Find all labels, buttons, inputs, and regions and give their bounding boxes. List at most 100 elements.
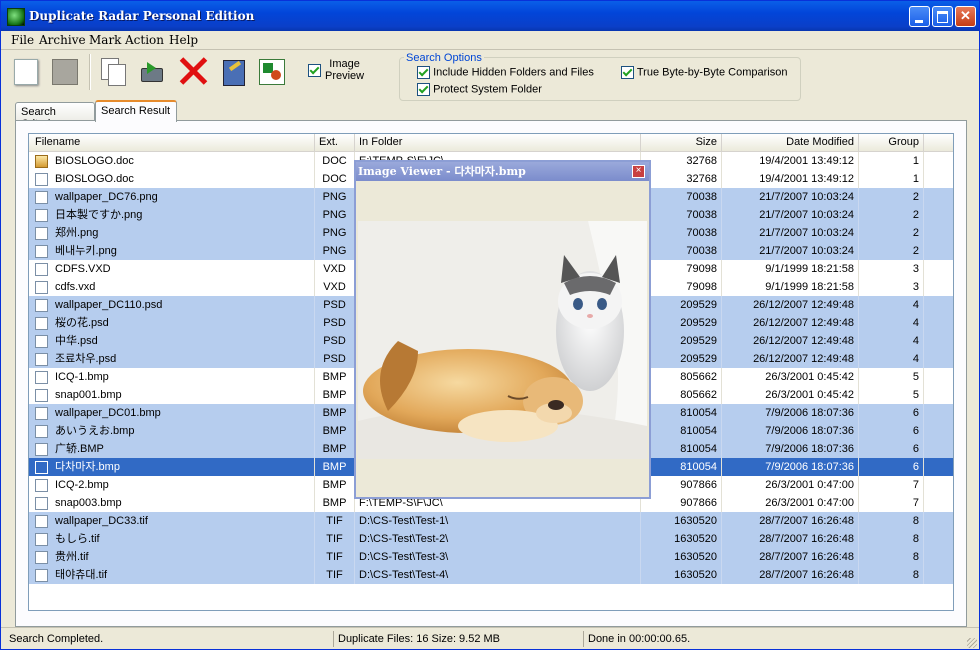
cell-folder: D:\CS-Test\Test-1\ bbox=[355, 512, 641, 530]
tab-search-criteria[interactable]: Search Criteria bbox=[15, 102, 95, 130]
cell-date: 21/7/2007 10:03:24 bbox=[722, 206, 859, 224]
cell-size: 70038 bbox=[641, 188, 722, 206]
cell-group: 4 bbox=[859, 296, 924, 314]
cell-group: 2 bbox=[859, 224, 924, 242]
byte-compare-label: True Byte-by-Byte Comparison bbox=[636, 66, 788, 79]
cell-name: 태야츄대.tif bbox=[29, 566, 315, 584]
cell-ext: PNG bbox=[315, 188, 355, 206]
cell-date: 7/9/2006 18:07:36 bbox=[722, 422, 859, 440]
cell-group: 2 bbox=[859, 188, 924, 206]
image-preview-label-line2: Preview bbox=[325, 70, 365, 82]
cell-size: 1630520 bbox=[641, 530, 722, 548]
cell-group: 7 bbox=[859, 494, 924, 512]
cell-group: 5 bbox=[859, 386, 924, 404]
copy-button[interactable] bbox=[97, 56, 127, 86]
cell-date: 9/1/1999 18:21:58 bbox=[722, 278, 859, 296]
image-viewer-window[interactable]: Image Viewer - 다차마자.bmp × bbox=[354, 160, 651, 499]
cell-date: 21/7/2007 10:03:24 bbox=[722, 242, 859, 260]
window-title: Duplicate Radar Personal Edition bbox=[29, 9, 255, 23]
resize-grip-icon[interactable] bbox=[967, 638, 977, 648]
protect-system-option[interactable]: Protect System Folder bbox=[417, 83, 542, 96]
cell-ext: DOC bbox=[315, 170, 355, 188]
cell-name: wallpaper_DC01.bmp bbox=[29, 404, 315, 422]
cell-group: 8 bbox=[859, 512, 924, 530]
cell-size: 805662 bbox=[641, 386, 722, 404]
cell-folder: D:\CS-Test\Test-4\ bbox=[355, 566, 641, 584]
protect-system-checkbox[interactable] bbox=[417, 83, 430, 96]
close-button[interactable]: ✕ bbox=[955, 6, 976, 27]
include-hidden-option[interactable]: Include Hidden Folders and Files bbox=[417, 66, 594, 79]
cell-ext: DOC bbox=[315, 152, 355, 170]
cell-ext: PSD bbox=[315, 314, 355, 332]
cell-ext: PSD bbox=[315, 332, 355, 350]
cell-date: 21/7/2007 10:03:24 bbox=[722, 188, 859, 206]
cell-date: 19/4/2001 13:49:12 bbox=[722, 170, 859, 188]
cell-ext: PSD bbox=[315, 296, 355, 314]
tab-search-result[interactable]: Search Result bbox=[95, 100, 177, 122]
stop-button[interactable] bbox=[49, 56, 79, 86]
cell-name: 日本製ですか.png bbox=[29, 206, 315, 224]
cell-date: 21/7/2007 10:03:24 bbox=[722, 224, 859, 242]
col-group[interactable]: Group bbox=[859, 134, 924, 151]
include-hidden-checkbox[interactable] bbox=[417, 66, 430, 79]
cell-date: 26/12/2007 12:49:48 bbox=[722, 296, 859, 314]
byte-compare-option[interactable]: True Byte-by-Byte Comparison bbox=[621, 66, 787, 79]
col-folder[interactable]: In Folder bbox=[355, 134, 641, 151]
cell-group: 8 bbox=[859, 566, 924, 584]
cell-folder: D:\CS-Test\Test-2\ bbox=[355, 530, 641, 548]
cell-size: 32768 bbox=[641, 170, 722, 188]
cell-ext: BMP bbox=[315, 368, 355, 386]
minimize-button[interactable] bbox=[909, 6, 930, 27]
status-elapsed: Done in 00:00:00.65. bbox=[583, 631, 690, 647]
cell-group: 3 bbox=[859, 278, 924, 296]
app-window: Duplicate Radar Personal Edition ✕ File … bbox=[0, 0, 980, 650]
delete-button[interactable] bbox=[177, 56, 208, 86]
maximize-icon bbox=[937, 11, 948, 23]
cell-ext: PNG bbox=[315, 206, 355, 224]
cell-ext: TIF bbox=[315, 566, 355, 584]
col-date[interactable]: Date Modified bbox=[722, 134, 859, 151]
menu-mark[interactable]: Mark bbox=[89, 33, 121, 47]
status-duplicates: Duplicate Files: 16 Size: 9.52 MB bbox=[333, 631, 500, 647]
menu-help[interactable]: Help bbox=[169, 33, 198, 47]
app-radar-icon[interactable] bbox=[7, 8, 25, 26]
cell-size: 209529 bbox=[641, 332, 722, 350]
cell-group: 6 bbox=[859, 440, 924, 458]
col-ext[interactable]: Ext. bbox=[315, 134, 355, 151]
cell-name: もしら.tif bbox=[29, 530, 315, 548]
close-icon: × bbox=[635, 165, 642, 176]
menu-archive[interactable]: Archive bbox=[39, 33, 86, 47]
table-row[interactable]: もしら.tif TIF D:\CS-Test\Test-2\ 1630520 28/7/… bbox=[29, 530, 953, 548]
minimize-icon bbox=[915, 20, 923, 23]
table-row[interactable]: 태야츄대.tif TIF D:\CS-Test\Test-4\ 1630520 28/7… bbox=[29, 566, 953, 584]
maximize-button[interactable] bbox=[932, 6, 953, 27]
move-button[interactable] bbox=[137, 56, 167, 86]
status-message: Search Completed. bbox=[9, 633, 104, 645]
cell-ext: PSD bbox=[315, 350, 355, 368]
table-row[interactable]: wallpaper_DC33.tif TIF D:\CS-Test\Test-1\ 1… bbox=[29, 512, 953, 530]
col-size[interactable]: Size bbox=[641, 134, 722, 151]
cell-name: 广轿.BMP bbox=[29, 440, 315, 458]
title-bar[interactable]: Duplicate Radar Personal Edition ✕ bbox=[1, 1, 979, 31]
table-row[interactable]: 贵州.tif TIF D:\CS-Test\Test-3\ 1630520 28/7/2… bbox=[29, 548, 953, 566]
byte-compare-checkbox[interactable] bbox=[621, 66, 634, 79]
image-preview-checkbox[interactable] bbox=[308, 64, 321, 77]
include-hidden-label: Include Hidden Folders and Files bbox=[433, 66, 594, 79]
cell-date: 26/12/2007 12:49:48 bbox=[722, 350, 859, 368]
preview-image bbox=[358, 221, 647, 459]
cell-size: 1630520 bbox=[641, 548, 722, 566]
col-filename[interactable]: Filename bbox=[29, 134, 315, 151]
menu-file[interactable]: File bbox=[11, 33, 34, 47]
cell-date: 26/3/2001 0:47:00 bbox=[722, 494, 859, 512]
viewer-close-button[interactable]: × bbox=[632, 165, 645, 178]
cell-size: 810054 bbox=[641, 404, 722, 422]
cell-size: 810054 bbox=[641, 458, 722, 476]
menu-action[interactable]: Action bbox=[125, 33, 164, 47]
export-button[interactable] bbox=[219, 56, 249, 86]
cell-size: 70038 bbox=[641, 242, 722, 260]
image-viewer-title[interactable]: Image Viewer - 다차마자.bmp bbox=[356, 162, 649, 181]
cell-date: 26/12/2007 12:49:48 bbox=[722, 314, 859, 332]
new-search-button[interactable] bbox=[11, 56, 41, 86]
export-excel-button[interactable] bbox=[257, 56, 287, 86]
cell-ext: PNG bbox=[315, 242, 355, 260]
